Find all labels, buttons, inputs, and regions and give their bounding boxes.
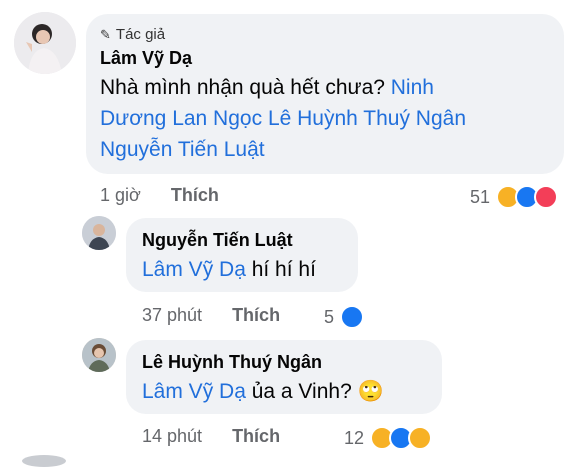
reply-text: Lâm Vỹ Dạ hí hí hí	[142, 254, 316, 285]
reply-time[interactable]: 37 phút	[142, 305, 202, 325]
reaction-count: 12	[344, 427, 365, 448]
mention-link[interactable]: Lâm Vỹ Dạ	[142, 380, 246, 403]
avatar[interactable]	[82, 338, 116, 372]
mention-link[interactable]: Ninh	[391, 76, 434, 99]
mention-link[interactable]: Lê Huỳnh Thuý Ngân	[268, 107, 466, 130]
reaction-count: 5	[324, 306, 335, 327]
reaction-summary[interactable]: 5	[324, 305, 365, 329]
mention-link[interactable]: Nguyễn Tiến Luật	[100, 138, 265, 161]
reply-meta: 14 phút Thích	[142, 426, 310, 447]
commenter-name[interactable]: Lê Huỳnh Thuý Ngân	[142, 352, 322, 373]
avatar[interactable]	[14, 12, 76, 74]
love-icon	[534, 185, 559, 209]
comment-meta: 1 giờ Thích	[100, 185, 249, 206]
reaction-summary[interactable]: 51	[470, 185, 559, 209]
like-button[interactable]: Thích	[232, 426, 280, 446]
wow-icon	[408, 426, 433, 450]
commenter-name[interactable]: Nguyễn Tiến Luật	[142, 230, 293, 251]
commenter-name[interactable]: Lâm Vỹ Dạ	[100, 48, 192, 69]
comment-time[interactable]: 1 giờ	[100, 185, 141, 205]
reply-text-plain: hí hí hí	[245, 258, 316, 281]
reply-text-plain: ủa a Vinh?	[245, 380, 358, 403]
reply-text: Lâm Vỹ Dạ ủa a Vinh? 🙄	[142, 376, 384, 407]
eye-roll-emoji: 🙄	[357, 380, 384, 403]
author-badge-label: Tác giả	[115, 26, 166, 43]
reply-meta: 37 phút Thích	[142, 305, 310, 326]
reaction-summary[interactable]: 12	[344, 426, 433, 450]
mention-link[interactable]: Lâm Vỹ Dạ	[142, 258, 246, 281]
like-button[interactable]: Thích	[171, 185, 219, 205]
comment-text: Nhà mình nhận quà hết chưa? Ninh Dương L…	[100, 72, 550, 165]
like-icon	[340, 305, 365, 329]
mention-link[interactable]: Dương Lan Ngọc	[100, 107, 262, 130]
author-badge: ✎ Tác giả	[100, 26, 165, 43]
reply-time[interactable]: 14 phút	[142, 426, 202, 446]
avatar[interactable]	[82, 216, 116, 250]
avatar[interactable]	[22, 455, 66, 467]
like-button[interactable]: Thích	[232, 305, 280, 325]
pencil-icon: ✎	[100, 26, 111, 42]
reaction-count: 51	[470, 186, 491, 207]
comment-text-plain: Nhà mình nhận quà hết chưa?	[100, 76, 391, 99]
